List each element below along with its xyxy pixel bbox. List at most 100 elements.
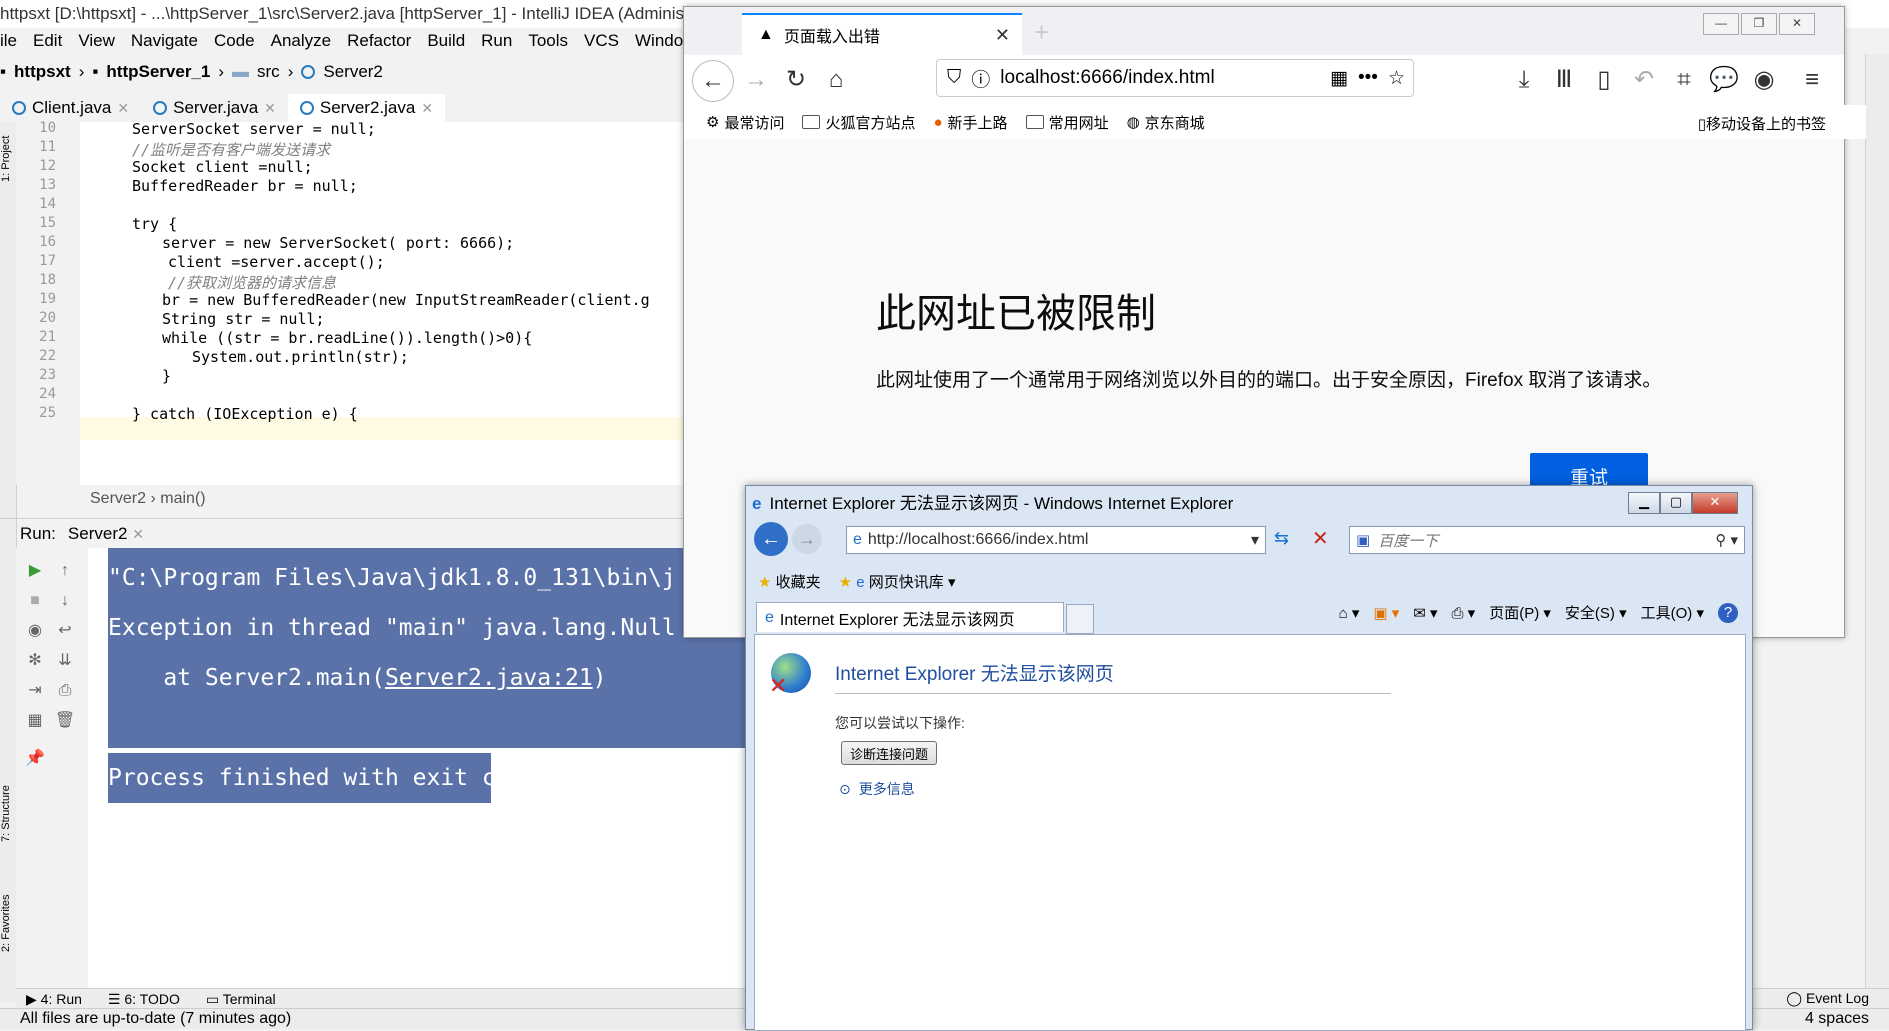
back-icon[interactable]: ← bbox=[754, 522, 788, 556]
reload-icon[interactable]: ↻ bbox=[776, 60, 816, 100]
refresh-icon[interactable]: ⇆ bbox=[1274, 528, 1289, 549]
close-icon[interactable]: ✕ bbox=[132, 526, 144, 542]
print-icon[interactable]: ⎙ ▾ bbox=[1452, 604, 1476, 622]
close-icon[interactable]: ✕ bbox=[1692, 492, 1738, 514]
menu-code[interactable]: Code bbox=[214, 28, 255, 54]
bookmark-getting-started[interactable]: ● 新手上路 bbox=[933, 112, 1007, 133]
camera-icon[interactable]: ◉ bbox=[24, 620, 46, 642]
exit-icon[interactable]: ⇥ bbox=[24, 680, 46, 702]
diagnose-button[interactable]: 诊断连接问题 bbox=[841, 741, 938, 765]
bookmark-firefox-site[interactable]: 火狐官方站点 bbox=[802, 112, 915, 133]
star-icon[interactable]: ☆ bbox=[1388, 67, 1405, 90]
console-link[interactable]: Server2.java:21 bbox=[385, 665, 593, 691]
undo-icon[interactable]: ↶ bbox=[1624, 60, 1664, 100]
ie-tab[interactable]: e Internet Explorer 无法显示该网页 bbox=[756, 602, 1064, 632]
maximize-icon[interactable]: ▢ bbox=[1660, 492, 1692, 514]
console-output[interactable]: "C:\Program Files\Java\jdk1.8.0_131\bin\… bbox=[88, 548, 758, 988]
maximize-icon[interactable]: ❐ bbox=[1741, 13, 1777, 35]
project-tool-label[interactable]: 1: Project bbox=[0, 122, 16, 182]
menu-edit[interactable]: Edit bbox=[33, 28, 62, 54]
more-icon[interactable]: ••• bbox=[1358, 67, 1378, 89]
settings-icon[interactable]: ✻ bbox=[24, 650, 46, 672]
tab-todo[interactable]: ☰ 6: TODO bbox=[108, 989, 180, 1009]
menu-tools[interactable]: Tools bbox=[528, 28, 568, 54]
menu-icon[interactable]: ≡ bbox=[1792, 60, 1832, 100]
nav-module[interactable]: httpServer_1 bbox=[106, 57, 210, 87]
event-log[interactable]: ◯ Event Log bbox=[1786, 988, 1869, 1008]
mobile-bookmarks[interactable]: ▯移动设备上的书签 bbox=[1698, 113, 1826, 134]
dropdown-icon[interactable]: ▾ bbox=[1251, 530, 1259, 550]
qr-icon[interactable]: ▦ bbox=[1330, 67, 1348, 90]
back-icon[interactable]: ← bbox=[692, 60, 734, 102]
mail-icon[interactable]: ✉ ▾ bbox=[1413, 604, 1437, 622]
home-icon[interactable]: ⌂ bbox=[816, 60, 856, 100]
help-icon[interactable]: ? bbox=[1718, 602, 1738, 623]
forward-icon[interactable]: → bbox=[792, 524, 822, 554]
web-slice-button[interactable]: ★ e 网页快讯库 ▾ bbox=[839, 571, 956, 592]
stop-icon[interactable]: ✕ bbox=[1312, 526, 1329, 551]
layout-icon[interactable]: ▦ bbox=[24, 710, 46, 732]
bookmark-common-sites[interactable]: 常用网址 bbox=[1025, 112, 1109, 133]
close-icon[interactable]: ✕ bbox=[264, 94, 276, 122]
stop-icon[interactable]: ■ bbox=[24, 590, 46, 612]
forward-icon[interactable]: → bbox=[736, 60, 776, 100]
nav-src[interactable]: src bbox=[257, 57, 280, 87]
tab-client-java[interactable]: Client.java ✕ bbox=[0, 94, 141, 122]
minimize-icon[interactable]: ▁ bbox=[1628, 492, 1660, 514]
home-icon[interactable]: ⌂ ▾ bbox=[1339, 604, 1360, 622]
menu-vcs[interactable]: VCS bbox=[584, 28, 619, 54]
down-arrow-icon[interactable]: ↓ bbox=[54, 590, 76, 612]
scroll-end-icon[interactable]: ⇊ bbox=[54, 650, 76, 672]
close-icon[interactable]: ✕ bbox=[995, 25, 1010, 46]
favorites-button[interactable]: ★ 收藏夹 bbox=[758, 571, 821, 592]
minimize-icon[interactable]: — bbox=[1703, 13, 1739, 35]
menu-refactor[interactable]: Refactor bbox=[347, 28, 411, 54]
tab-run[interactable]: ▶ 4: Run bbox=[26, 989, 82, 1009]
screenshot-icon[interactable]: ⌗ bbox=[1664, 60, 1704, 100]
menu-view[interactable]: View bbox=[78, 28, 115, 54]
bookmark-jd[interactable]: ◍ 京东商城 bbox=[1127, 112, 1205, 133]
tab-terminal[interactable]: ▭ Terminal bbox=[206, 989, 276, 1009]
menu-tools[interactable]: 工具(O) ▾ bbox=[1641, 602, 1704, 623]
library-icon[interactable]: Ⅲ bbox=[1544, 60, 1584, 100]
firefox-tab[interactable]: ▲ 页面载入出错 ✕ bbox=[742, 13, 1022, 55]
crumb-method[interactable]: main() bbox=[160, 490, 205, 507]
run-tab[interactable]: Server2 ✕ bbox=[68, 519, 144, 549]
account-icon[interactable]: ◉ bbox=[1744, 60, 1784, 100]
nav-project[interactable]: httpsxt bbox=[14, 57, 71, 87]
pin-icon[interactable]: 📌 bbox=[24, 748, 46, 770]
menu-file[interactable]: ile bbox=[0, 28, 17, 54]
wrap-icon[interactable]: ↩ bbox=[54, 620, 76, 642]
ie-address-bar[interactable]: e http://localhost:6666/index.html ▾ bbox=[846, 526, 1266, 554]
sidebar-icon[interactable]: ▯ bbox=[1584, 60, 1624, 100]
tab-server-java[interactable]: Server.java ✕ bbox=[141, 94, 288, 122]
close-icon[interactable]: ✕ bbox=[1779, 13, 1815, 35]
menu-page[interactable]: 页面(P) ▾ bbox=[1489, 602, 1551, 623]
structure-tool-label[interactable]: 7: Structure bbox=[0, 762, 16, 842]
rerun-icon[interactable]: ▶ bbox=[24, 560, 46, 582]
new-tab-icon[interactable]: + bbox=[1034, 17, 1049, 48]
close-icon[interactable]: ✕ bbox=[117, 94, 129, 122]
trash-icon[interactable]: 🗑 bbox=[54, 710, 76, 732]
chat-icon[interactable]: 💬 bbox=[1704, 60, 1744, 100]
new-tab-button[interactable] bbox=[1066, 604, 1094, 634]
download-icon[interactable]: ⤓ bbox=[1504, 60, 1544, 100]
menu-navigate[interactable]: Navigate bbox=[131, 28, 198, 54]
indent-indicator[interactable]: 4 spaces bbox=[1805, 1009, 1869, 1029]
code-editor[interactable]: ServerSocket server = null; //监听是否有客户端发送请… bbox=[80, 120, 700, 485]
close-icon[interactable]: ✕ bbox=[421, 94, 433, 122]
more-info-link[interactable]: ⊙ 更多信息 bbox=[839, 779, 915, 799]
menu-run[interactable]: Run bbox=[481, 28, 512, 54]
menu-safety[interactable]: 安全(S) ▾ bbox=[1565, 602, 1627, 623]
crumb-class[interactable]: Server2 bbox=[90, 490, 146, 507]
search-icon[interactable]: ⚲ ▾ bbox=[1715, 531, 1738, 549]
up-arrow-icon[interactable]: ↑ bbox=[54, 560, 76, 582]
firefox-url-bar[interactable]: ⛉ ⓘ localhost:6666/index.html ▦ ••• ☆ bbox=[936, 59, 1414, 97]
feeds-icon[interactable]: ▣ ▾ bbox=[1373, 604, 1399, 622]
print-icon[interactable]: ⎙ bbox=[54, 680, 76, 702]
menu-analyze[interactable]: Analyze bbox=[271, 28, 331, 54]
ie-search-box[interactable]: ▣ 百度一下 ⚲ ▾ bbox=[1349, 526, 1745, 554]
menu-build[interactable]: Build bbox=[427, 28, 465, 54]
nav-class[interactable]: Server2 bbox=[323, 57, 383, 87]
favorites-tool-label[interactable]: 2: Favorites bbox=[0, 872, 16, 952]
